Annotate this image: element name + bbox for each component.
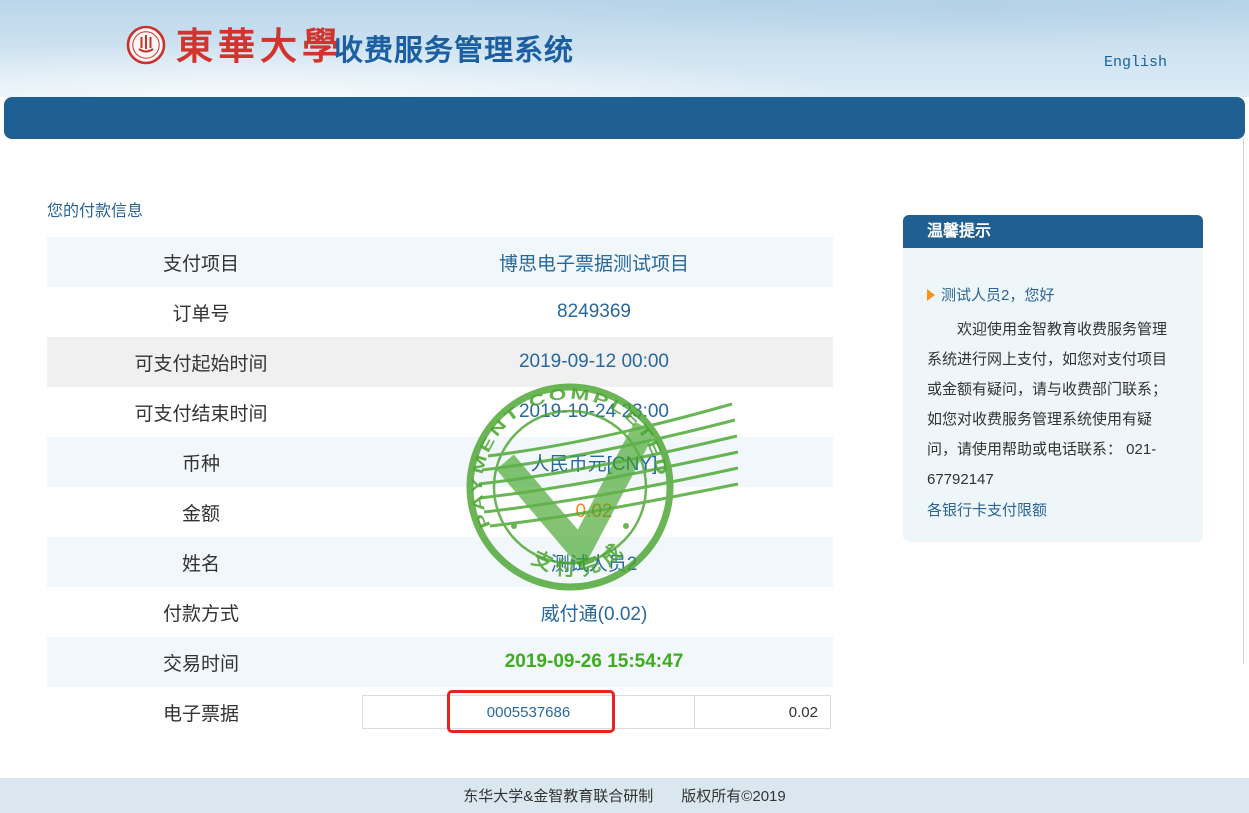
row-label: 支付项目: [47, 249, 355, 276]
payment-table: 支付项目 博思电子票据测试项目 订单号 8249369 可支付起始时间 2019…: [47, 237, 833, 737]
content-right-divider: [1243, 139, 1244, 664]
language-switch-link[interactable]: English: [1104, 54, 1167, 71]
amount-value: 0.02: [355, 501, 833, 523]
table-row: 订单号 8249369: [47, 287, 833, 337]
row-label: 订单号: [47, 299, 355, 326]
footer: 东华大学&金智教育联合研制 版权所有©2019: [0, 778, 1249, 813]
bank-card-limit-link[interactable]: 各银行卡支付限额: [927, 499, 1179, 520]
page: 東華大學 收费服务管理系统 English 您的付款信息 支付项目 博思电子票据…: [0, 0, 1249, 813]
row-label: 可支付结束时间: [47, 399, 355, 426]
table-row: 付款方式 威付通(0.02): [47, 587, 833, 637]
pay-start-time: 2019-09-12 00:00: [355, 351, 833, 373]
footer-copyright: 版权所有©2019: [681, 785, 785, 806]
order-number: 8249369: [355, 301, 833, 323]
row-label: 姓名: [47, 549, 355, 576]
table-row: 姓名 测试人员2: [47, 537, 833, 587]
nav-bar: [4, 97, 1245, 139]
university-seal-icon: [126, 25, 166, 65]
tips-panel: 测试人员2，您好 欢迎使用金智教育收费服务管理系统进行网上支付，如您对支付项目或…: [903, 248, 1203, 542]
row-label: 金额: [47, 499, 355, 526]
table-row: 交易时间 2019-09-26 15:54:47: [47, 637, 833, 687]
payment-method: 威付通(0.02): [355, 599, 833, 626]
payer-name: 测试人员2: [355, 549, 833, 576]
table-row: 支付项目 博思电子票据测试项目: [47, 237, 833, 287]
tips-panel-title: 温馨提示: [903, 215, 1203, 248]
row-label: 交易时间: [47, 649, 355, 676]
transaction-time: 2019-09-26 15:54:47: [355, 651, 833, 673]
header-banner: 東華大學 收费服务管理系统 English: [0, 0, 1249, 97]
arrow-icon: [927, 289, 935, 301]
row-label: 付款方式: [47, 599, 355, 626]
payment-item-link[interactable]: 博思电子票据测试项目: [355, 249, 833, 276]
highlight-annotation-box: [447, 690, 615, 733]
footer-credit: 东华大学&金智教育联合研制: [463, 785, 653, 806]
receipt-amount: 0.02: [695, 696, 830, 728]
payment-section-title: 您的付款信息: [47, 197, 143, 221]
greeting-text: 测试人员2，您好: [941, 284, 1054, 305]
university-name: 東華大學: [176, 16, 344, 70]
system-title: 收费服务管理系统: [334, 27, 574, 69]
currency-value: 人民币元[CNY]: [355, 449, 833, 476]
row-label: 可支付起始时间: [47, 349, 355, 376]
table-row: 币种 人民币元[CNY]: [47, 437, 833, 487]
table-row: 可支付起始时间 2019-09-12 00:00: [47, 337, 833, 387]
tips-message: 欢迎使用金智教育收费服务管理系统进行网上支付，如您对支付项目或金额有疑问，请与收…: [927, 315, 1179, 495]
greeting-row: 测试人员2，您好: [927, 284, 1179, 305]
row-label: 币种: [47, 449, 355, 476]
table-row: 电子票据 0005537686 0.02: [47, 687, 833, 737]
table-row: 可支付结束时间 2019-10-24 23:00: [47, 387, 833, 437]
row-label: 电子票据: [47, 699, 355, 726]
pay-end-time: 2019-10-24 23:00: [355, 401, 833, 423]
table-row: 金额 0.02: [47, 487, 833, 537]
